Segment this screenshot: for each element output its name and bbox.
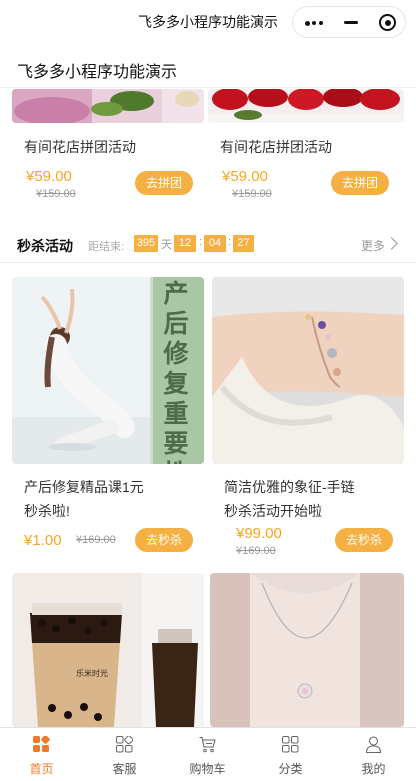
join-group-button[interactable]: 去拼团 — [331, 171, 389, 195]
product-image-yoga: 产后修复重要性 — [12, 277, 204, 464]
product-old-price: ¥169.00 — [76, 534, 116, 546]
tab-cart[interactable]: 购物车 — [166, 728, 249, 781]
product-title: 有间花店拼团活动 — [24, 139, 136, 155]
product-old-price: ¥169.00 — [236, 545, 276, 557]
countdown-separator: : — [199, 236, 203, 248]
product-price: ¥59.00 — [222, 168, 268, 185]
group-buy-card[interactable]: 有间花店拼团活动 ¥59.00 ¥159.00 去拼团 — [208, 89, 404, 209]
tab-home[interactable]: 首页 — [0, 728, 83, 781]
product-price: ¥99.00 — [236, 525, 282, 542]
flash-sale-card[interactable]: 乐米时光 — [12, 573, 204, 727]
countdown-hours: 12 — [174, 235, 196, 252]
close-target-icon[interactable] — [379, 14, 396, 31]
tab-label: 购物车 — [189, 762, 226, 776]
tab-category[interactable]: 分类 — [249, 728, 332, 781]
product-title-line1: 简洁优雅的象征-手链 — [224, 479, 355, 495]
category-icon — [282, 736, 299, 753]
flash-buy-button[interactable]: 去秒杀 — [335, 528, 393, 552]
product-image-flowers — [12, 89, 204, 123]
group-buy-card[interactable]: 有间花店拼团活动 ¥59.00 ¥159.00 去拼团 — [12, 89, 204, 209]
product-image-bracelet — [212, 277, 404, 464]
minimize-icon[interactable] — [344, 21, 358, 24]
countdown-days: 395 — [134, 235, 158, 252]
product-old-price: ¥159.00 — [36, 188, 76, 200]
more-dots-icon[interactable] — [305, 20, 323, 26]
page-title: 飞多多小程序功能演示 — [17, 64, 178, 81]
more-link[interactable]: 更多 — [361, 237, 385, 254]
countdown-days-unit: 天 — [161, 239, 172, 251]
window-title: 飞多多小程序功能演示 — [138, 14, 278, 30]
product-old-price: ¥159.00 — [232, 188, 272, 200]
image-overlay-text: 产后修复重要性 — [163, 279, 189, 464]
tab-label: 首页 — [29, 762, 54, 776]
flash-sale-card[interactable]: 简洁优雅的象征-手链 秒杀活动开始啦 ¥99.00 ¥169.00 去秒杀 — [212, 277, 404, 557]
flash-sale-card[interactable] — [210, 573, 404, 727]
user-icon — [365, 736, 382, 753]
flash-sale-header: 秒杀活动 距结束: 395 天 12 : 04 : 27 更多 — [0, 227, 416, 263]
flash-buy-button[interactable]: 去秒杀 — [135, 528, 193, 552]
tab-label: 我的 — [361, 762, 386, 776]
countdown-label: 距结束: — [88, 241, 125, 253]
scroll-content[interactable]: 有间花店拼团活动 ¥59.00 ¥159.00 去拼团 有间花店拼团活动 ¥59… — [0, 89, 416, 727]
home-grid-icon — [33, 736, 50, 752]
capsule-menu — [292, 6, 406, 38]
join-group-button[interactable]: 去拼团 — [135, 171, 193, 195]
tab-label: 分类 — [278, 762, 303, 776]
countdown-separator: : — [228, 236, 232, 248]
tab-label: 客服 — [112, 762, 137, 776]
bottom-tab-bar: 首页 客服 购物车 分类 我的 — [0, 727, 416, 781]
product-title-line2: 秒杀活动开始啦 — [224, 503, 322, 519]
flash-sale-card[interactable]: 产后修复重要性 产后修复精品课1元 秒杀啦! ¥1.00 ¥169.00 去秒杀 — [12, 277, 204, 557]
flash-sale-title: 秒杀活动 — [17, 238, 73, 254]
tab-service[interactable]: 客服 — [83, 728, 166, 781]
product-title: 有间花店拼团活动 — [220, 139, 332, 155]
product-price: ¥1.00 — [24, 532, 62, 549]
product-title-line2: 秒杀啦! — [24, 503, 70, 519]
page-heading-bar: 飞多多小程序功能演示 — [0, 44, 416, 88]
product-price: ¥59.00 — [26, 168, 72, 185]
image-brand-text: 乐米时光 — [76, 669, 108, 678]
countdown-minutes: 04 — [204, 235, 226, 252]
countdown-seconds: 27 — [233, 235, 254, 252]
chevron-right-icon[interactable] — [385, 237, 398, 250]
tab-mine[interactable]: 我的 — [332, 728, 415, 781]
service-icon — [116, 736, 133, 753]
cart-icon — [199, 736, 216, 753]
product-image-necklace — [210, 573, 404, 727]
product-title-line1: 产后修复精品课1元 — [24, 479, 144, 495]
product-image-roses — [208, 89, 404, 123]
mini-program-top-bar: 飞多多小程序功能演示 — [0, 0, 416, 44]
product-image-bubble-tea: 乐米时光 — [12, 573, 204, 727]
